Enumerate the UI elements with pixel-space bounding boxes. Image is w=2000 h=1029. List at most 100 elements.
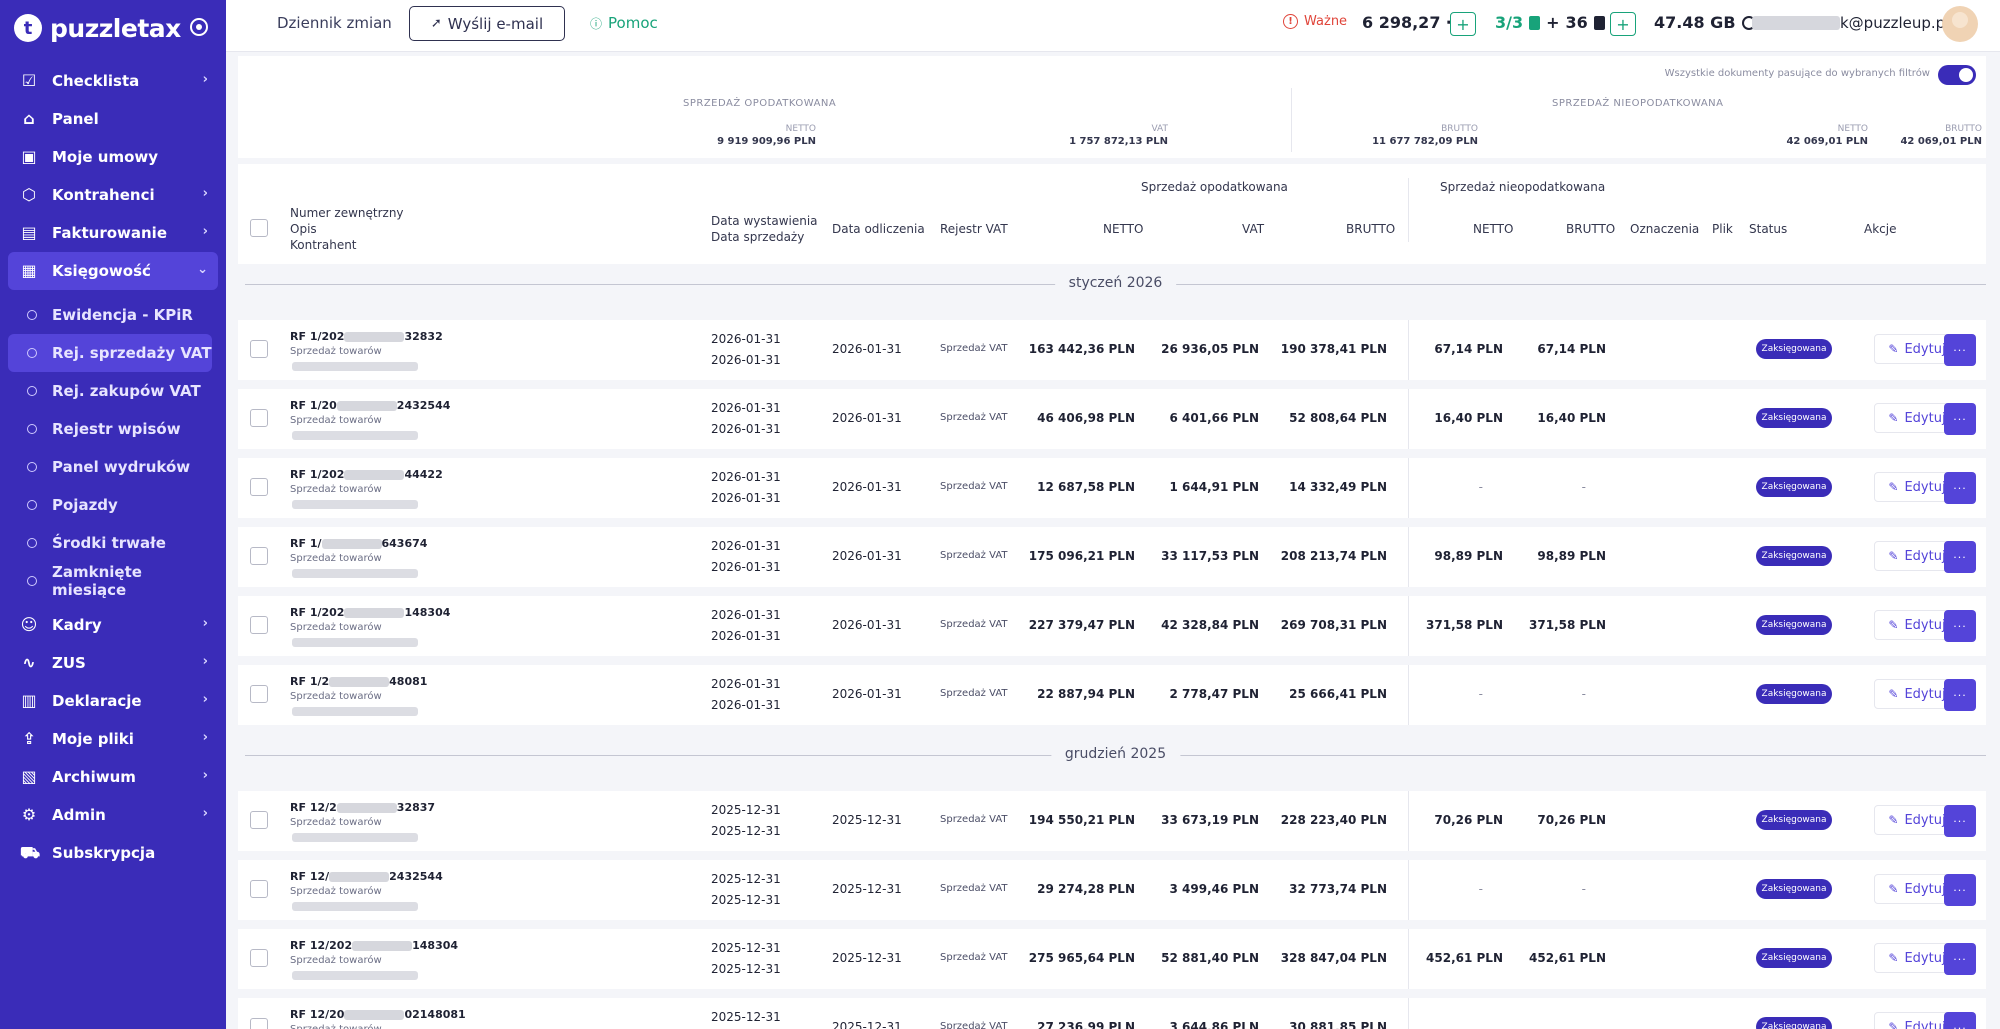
send-email-button[interactable]: ➚ Wyślij e-mail — [409, 6, 565, 41]
logo[interactable]: t puzzletax — [14, 10, 181, 46]
col-vat[interactable]: VAT — [1242, 222, 1264, 236]
table-row[interactable]: RF 12/20 02148081 Sprzedaż towarów 2025-1… — [238, 998, 1986, 1029]
col-file[interactable]: Plik — [1712, 222, 1733, 236]
invoice-number-prefix: RF 12/20 — [290, 1008, 345, 1021]
row-checkbox[interactable] — [250, 1018, 268, 1029]
table-row[interactable]: RF 1/20 2432544 Sprzedaż towarów 2026-01-… — [238, 389, 1986, 449]
col-netto-untaxed[interactable]: NETTO — [1473, 222, 1513, 236]
sidebar-subitem[interactable]: Zamknięte miesiące — [8, 562, 212, 600]
netto-untaxed-value: 371,58 PLN — [1426, 618, 1503, 632]
sidebar-subitem[interactable]: Rejestr wpisów — [8, 410, 212, 448]
row-checkbox[interactable] — [250, 811, 268, 829]
sidebar-subitem[interactable]: Pojazdy — [8, 486, 212, 524]
more-actions-button[interactable]: ··· — [1944, 805, 1976, 837]
more-actions-button[interactable]: ··· — [1944, 679, 1976, 711]
row-checkbox[interactable] — [250, 880, 268, 898]
settings-icon[interactable] — [190, 18, 208, 36]
sidebar-subitem[interactable]: Środki trwałe — [8, 524, 212, 562]
sidebar-subitem[interactable]: Ewidencja - KPiR — [8, 296, 212, 334]
col-deduct-date[interactable]: Data odliczenia — [832, 222, 925, 236]
col-netto[interactable]: NETTO — [1103, 222, 1143, 236]
status-badge: Zaksięgowana — [1756, 615, 1832, 635]
col-sale-date[interactable]: Data sprzedaży — [711, 230, 804, 244]
sidebar-item[interactable]: ⛟ Subskrypcja — [8, 834, 218, 872]
sidebar-subitem[interactable]: Rej. sprzedaży VAT — [8, 334, 212, 372]
more-actions-button[interactable]: ··· — [1944, 874, 1976, 906]
col-brutto[interactable]: BRUTTO — [1346, 222, 1395, 236]
sidebar-item[interactable]: ▧ Archiwum › — [8, 758, 218, 796]
help-link[interactable]: ⓘ Pomoc — [590, 14, 658, 32]
row-checkbox[interactable] — [250, 340, 268, 358]
row-divider — [1408, 596, 1409, 656]
sidebar-item[interactable]: ⇪ Moje pliki › — [8, 720, 218, 758]
status-badge: Zaksięgowana — [1756, 684, 1832, 704]
more-actions-button[interactable]: ··· — [1944, 403, 1976, 435]
redacted-contractor — [292, 971, 418, 980]
row-checkbox[interactable] — [250, 478, 268, 496]
sidebar-subitem[interactable]: Rej. zakupów VAT — [8, 372, 212, 410]
table-row[interactable]: RF 1/2 48081 Sprzedaż towarów 2026-01-31 … — [238, 665, 1986, 725]
col-brutto-untaxed[interactable]: BRUTTO — [1566, 222, 1615, 236]
more-actions-button[interactable]: ··· — [1944, 472, 1976, 504]
row-checkbox[interactable] — [250, 949, 268, 967]
avatar[interactable] — [1942, 6, 1978, 42]
table-row[interactable]: RF 1/202 148304 Sprzedaż towarów 2026-01-… — [238, 596, 1986, 656]
issue-date: 2026-01-31 — [711, 677, 781, 691]
invoice-number[interactable]: RF 12/202 148304 — [290, 939, 458, 952]
more-actions-button[interactable]: ··· — [1944, 943, 1976, 975]
add-credits-button[interactable]: + — [1450, 12, 1476, 36]
col-marks[interactable]: Oznaczenia — [1630, 222, 1699, 236]
invoice-description: Sprzedaż towarów — [290, 886, 382, 897]
sidebar-item[interactable]: ▦ Księgowość ⌄ — [8, 252, 218, 290]
col-register[interactable]: Rejestr VAT — [940, 222, 1008, 236]
table-row[interactable]: RF 12/202 148304 Sprzedaż towarów 2025-12… — [238, 929, 1986, 989]
col-issue-date[interactable]: Data wystawienia — [711, 214, 818, 228]
invoice-number[interactable]: RF 1/202 44422 — [290, 468, 443, 481]
row-checkbox[interactable] — [250, 409, 268, 427]
sidebar-item[interactable]: ⌂ Panel — [8, 100, 218, 138]
sidebar-subitem[interactable]: Panel wydruków — [8, 448, 212, 486]
more-actions-button[interactable]: ··· — [1944, 334, 1976, 366]
sidebar-item[interactable]: ☑ Checklista › — [8, 62, 218, 100]
user-email[interactable]: k@puzzleup.pl — [1752, 14, 1949, 32]
table-row[interactable]: RF 1/202 44422 Sprzedaż towarów 2026-01-3… — [238, 458, 1986, 518]
netto-value: 29 274,28 PLN — [1037, 882, 1135, 896]
sidebar-item[interactable]: ⚙ Admin › — [8, 796, 218, 834]
docs-plus: + — [1546, 13, 1560, 32]
invoice-number[interactable]: RF 1/2 48081 — [290, 675, 427, 688]
sidebar-item[interactable]: ▥ Deklaracje › — [8, 682, 218, 720]
col-status[interactable]: Status — [1749, 222, 1787, 236]
sidebar-item[interactable]: ▤ Fakturowanie › — [8, 214, 218, 252]
sidebar-item[interactable]: ∿ ZUS › — [8, 644, 218, 682]
invoice-number[interactable]: RF 12/2432544 — [290, 870, 443, 883]
invoice-number[interactable]: RF 1/202 148304 — [290, 606, 450, 619]
row-checkbox[interactable] — [250, 685, 268, 703]
invoice-number[interactable]: RF 1/202 32832 — [290, 330, 443, 343]
sidebar-item[interactable]: ▣ Moje umowy — [8, 138, 218, 176]
col-contractor[interactable]: Kontrahent — [290, 238, 357, 252]
col-number[interactable]: Numer zewnętrzny — [290, 206, 404, 220]
more-actions-button[interactable]: ··· — [1944, 610, 1976, 642]
table-row[interactable]: RF 12/2 32837 Sprzedaż towarów 2025-12-31… — [238, 791, 1986, 851]
more-actions-button[interactable]: ··· — [1944, 1012, 1976, 1029]
invoice-number[interactable]: RF 1/643674 — [290, 537, 427, 550]
filter-toggle[interactable] — [1938, 65, 1976, 85]
select-all-checkbox[interactable] — [250, 219, 268, 237]
row-checkbox[interactable] — [250, 547, 268, 565]
important-link[interactable]: ! Ważne — [1283, 14, 1347, 29]
sidebar-item[interactable]: ☺ Kadry › — [8, 606, 218, 644]
invoice-number[interactable]: RF 12/20 02148081 — [290, 1008, 466, 1021]
docs-extra: 36 — [1565, 13, 1588, 32]
changelog-link[interactable]: Dziennik zmian — [277, 14, 392, 32]
table-row[interactable]: RF 1/202 32832 Sprzedaż towarów 2026-01-3… — [238, 320, 1986, 380]
col-description[interactable]: Opis — [290, 222, 317, 236]
invoice-number[interactable]: RF 12/2 32837 — [290, 801, 435, 814]
row-checkbox[interactable] — [250, 616, 268, 634]
sidebar-item[interactable]: ⬡ Kontrahenci › — [8, 176, 218, 214]
redacted-contractor — [292, 638, 418, 647]
table-row[interactable]: RF 12/2432544 Sprzedaż towarów 2025-12-3… — [238, 860, 1986, 920]
more-actions-button[interactable]: ··· — [1944, 541, 1976, 573]
add-documents-button[interactable]: + — [1610, 12, 1636, 36]
invoice-number[interactable]: RF 1/20 2432544 — [290, 399, 450, 412]
table-row[interactable]: RF 1/643674 Sprzedaż towarów 2026-01-31 … — [238, 527, 1986, 587]
